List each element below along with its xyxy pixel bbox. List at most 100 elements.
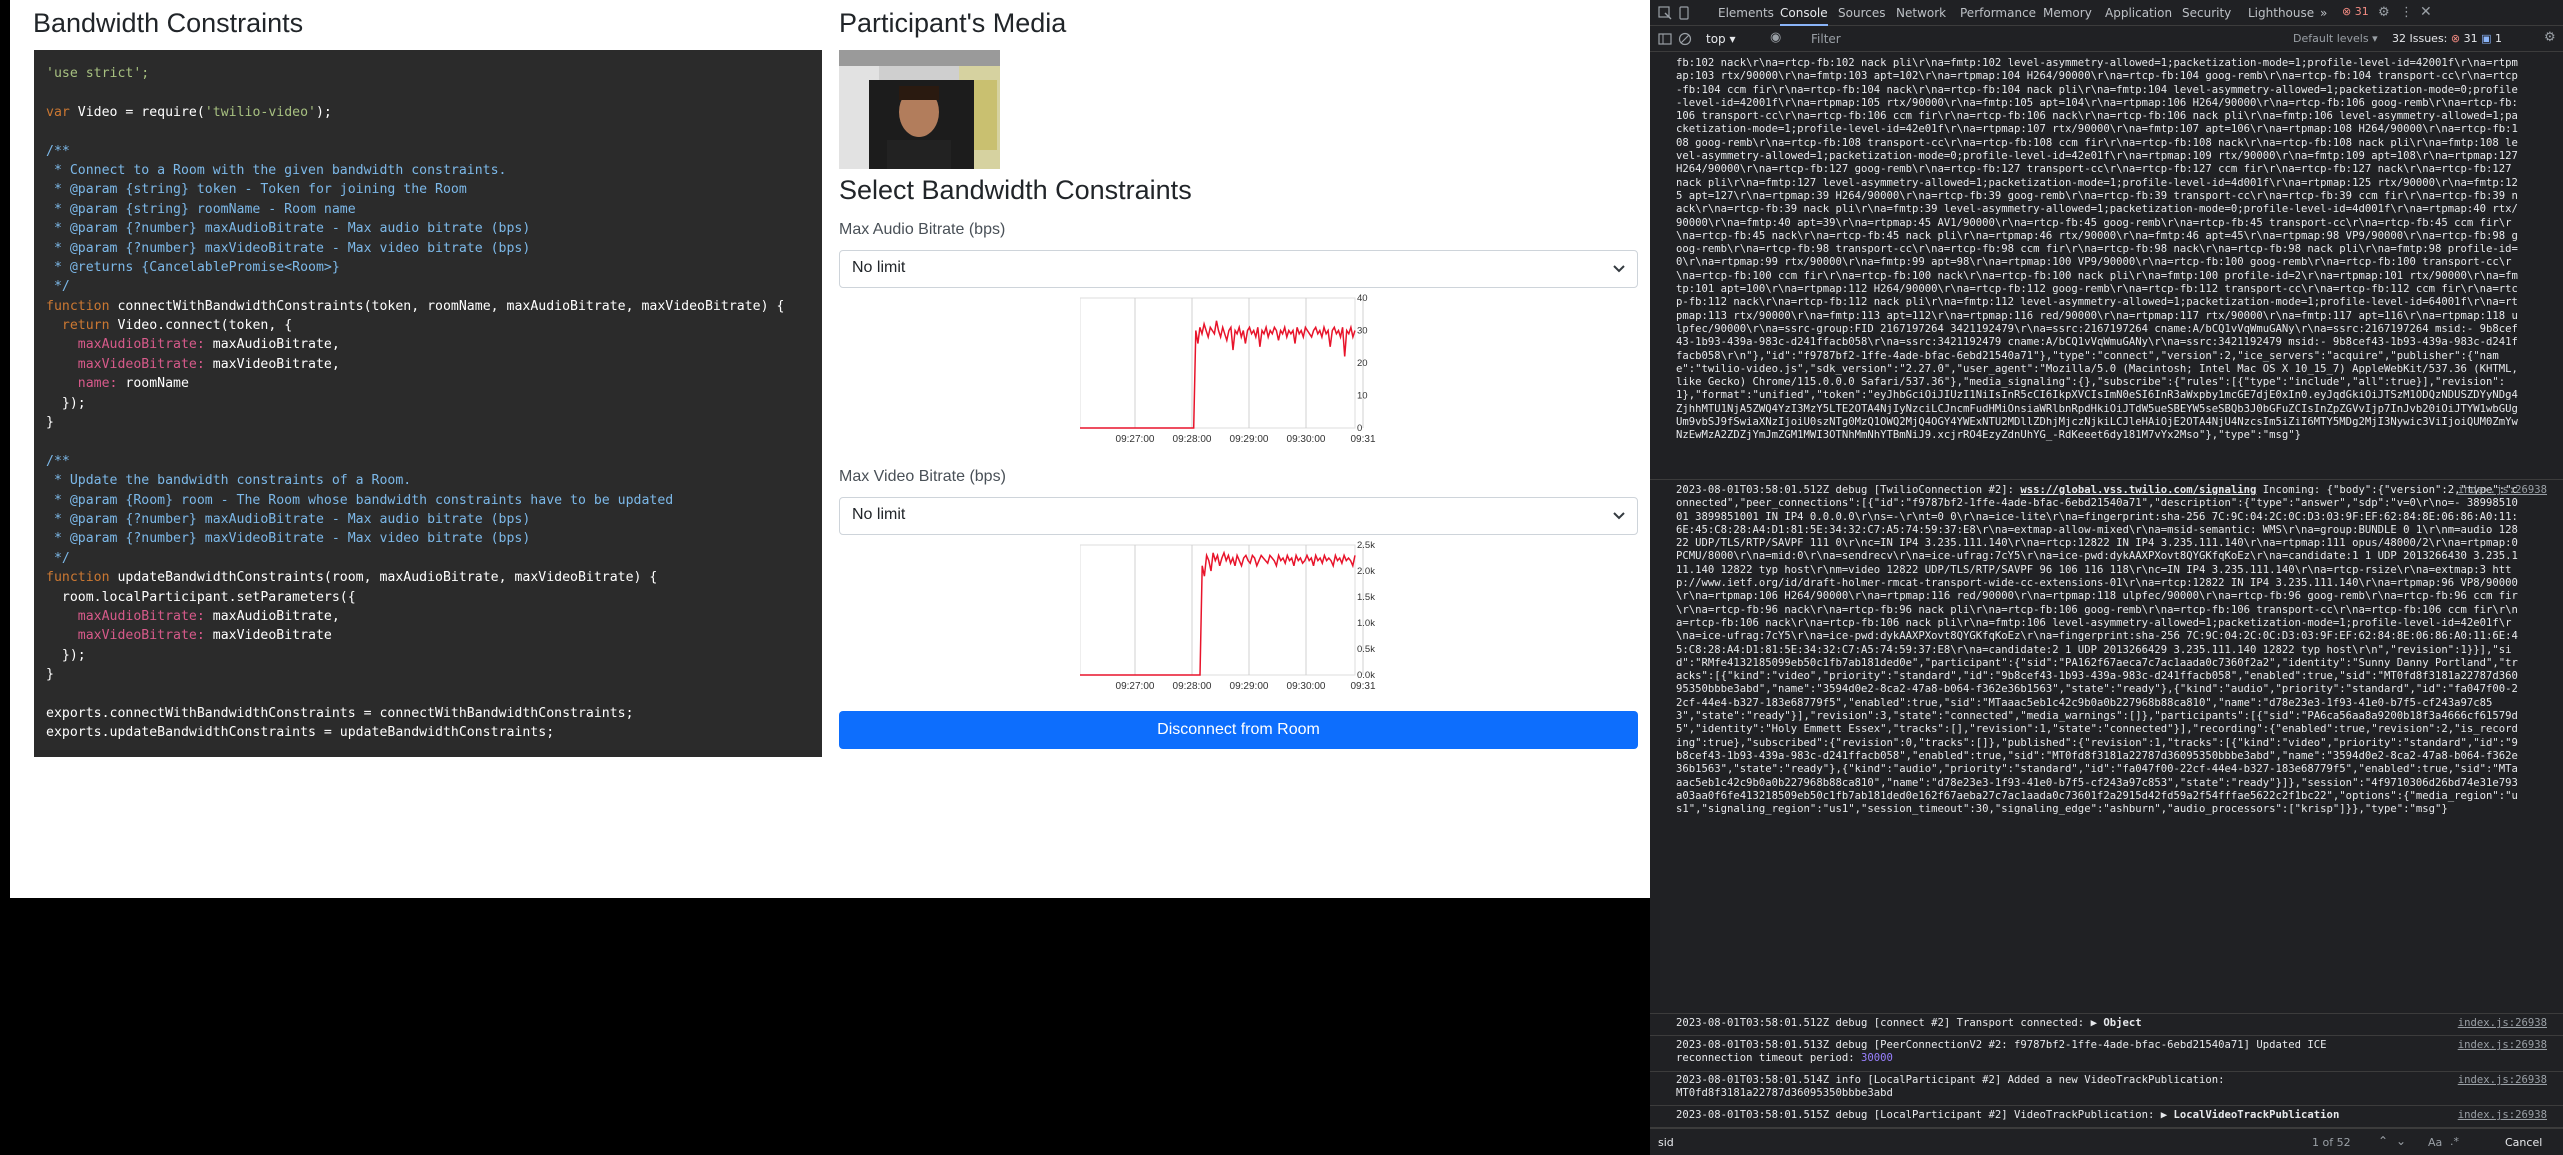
log-levels-select[interactable]: Default levels ▾	[2293, 32, 2378, 45]
tab-elements[interactable]: Elements	[1718, 6, 1774, 20]
source-link[interactable]: index.js:26938	[2458, 484, 2547, 496]
tab-memory[interactable]: Memory	[2043, 6, 2092, 20]
console-text: reconnection timeout period:	[1676, 1052, 1861, 1065]
video-bitrate-label: Max Video Bitrate (bps)	[839, 468, 1006, 485]
code-token: maxAudioBitrate:	[77, 608, 213, 624]
devtools-tabbar: Elements Console Sources Network Perform…	[1650, 0, 2563, 26]
live-expression-icon[interactable]: ◉	[1770, 30, 1781, 45]
audio-bitrate-value: No limit	[852, 259, 906, 276]
console-text: 2023-08-01T03:58:01.512Z debug [TwilioCo…	[1676, 484, 2021, 496]
console-text: MT0fd8f3181a22787d36095350bbbe3abd	[1676, 1087, 1893, 1100]
message-divider	[1650, 1035, 2563, 1036]
code-token: * @param {string} token - Token for join…	[46, 182, 467, 198]
code-line: maxVideoBitrate: maxVideoBitrate,	[46, 355, 822, 374]
code-line: });	[46, 394, 822, 413]
issues-info-icon: ▣	[2481, 32, 2492, 45]
code-line: exports.connectWithBandwidthConstraints …	[46, 704, 822, 723]
x-tick-label: 09:28:00	[1173, 681, 1212, 692]
code-line: maxAudioBitrate: maxAudioBitrate,	[46, 607, 822, 626]
tab-lighthouse[interactable]: Lighthouse	[2248, 6, 2314, 20]
code-token: */	[46, 279, 70, 295]
disconnect-button[interactable]: Disconnect from Room	[839, 711, 1638, 749]
audio-bitrate-select[interactable]: No limit	[839, 250, 1638, 288]
error-count-badge[interactable]: ⊗ 31	[2342, 5, 2369, 18]
tab-application[interactable]: Application	[2105, 6, 2172, 20]
code-line: * @param {Room} room - The Room whose ba…	[46, 491, 822, 510]
console-toolbar: top ▾ ◉ Filter Default levels ▾ 32 Issue…	[1650, 26, 2563, 52]
console-text: 2023-08-01T03:58:01.512Z debug [connect …	[1676, 1017, 2091, 1029]
code-token: exports.updateBandwidthConstraints = upd…	[46, 725, 555, 741]
code-token: maxAudioBitrate,	[212, 337, 340, 353]
signaling-url-link[interactable]: wss://global.vss.twilio.com/signaling	[2020, 484, 2256, 496]
inspect-icon[interactable]	[1658, 6, 1672, 20]
console-settings-icon[interactable]: ⚙	[2544, 30, 2556, 45]
more-tabs-icon[interactable]: »	[2320, 6, 2327, 20]
y-tick-label: 1.0k	[1357, 618, 1375, 629]
source-link[interactable]: index.js:26938	[2458, 1109, 2547, 1121]
code-token: * Update the bandwidth constraints of a …	[46, 473, 412, 489]
code-line: * @param {?number} maxVideoBitrate - Max…	[46, 239, 822, 258]
source-link[interactable]: index.js:26938	[2458, 1039, 2547, 1051]
code-line: name: roomName	[46, 374, 822, 393]
console-text: Incoming: {"body":{"version":2,"type":"c…	[1676, 484, 2524, 816]
tab-console[interactable]: Console	[1780, 6, 1828, 26]
code-block: 'use strict'; var Video = require('twili…	[34, 50, 822, 757]
y-tick-label: 20	[1357, 358, 1368, 369]
code-token: room.localParticipant.setParameters({	[46, 589, 356, 605]
code-token: * @param {string} roomName - Room name	[46, 201, 356, 217]
console-text: 2023-08-01T03:58:01.513Z debug [PeerConn…	[1676, 1039, 2327, 1051]
source-link[interactable]: index.js:26938	[2458, 1017, 2547, 1029]
console-text: 2023-08-01T03:58:01.514Z info [LocalPart…	[1676, 1074, 2225, 1086]
code-line: exports.updateBandwidthConstraints = upd…	[46, 723, 822, 742]
more-options-icon[interactable]: ⋮	[2400, 5, 2413, 20]
expandable-object[interactable]: ▶ LocalVideoTrackPublication	[2161, 1109, 2340, 1121]
code-token: maxVideoBitrate	[212, 628, 332, 644]
console-filter-input[interactable]: Filter	[1805, 30, 2265, 48]
settings-icon[interactable]: ⚙	[2378, 5, 2390, 20]
source-link[interactable]: index.js:26938	[2458, 1074, 2547, 1086]
video-bitrate-select[interactable]: No limit	[839, 497, 1638, 535]
code-line: * @returns {CancelablePromise<Room>}	[46, 258, 822, 277]
device-toolbar-icon[interactable]	[1678, 6, 1692, 20]
close-icon[interactable]: ✕	[2420, 4, 2432, 20]
search-result-count: 1 of 52	[2312, 1136, 2351, 1149]
code-token: roomName	[125, 376, 189, 392]
tab-performance[interactable]: Performance	[1960, 6, 2036, 20]
console-search-bar: sid 1 of 52 ⌃ ⌄ Aa .* Cancel	[1650, 1128, 2563, 1155]
code-line: */	[46, 277, 822, 296]
search-input[interactable]: sid	[1658, 1136, 1674, 1149]
message-divider	[1650, 479, 2563, 480]
message-divider	[1650, 1013, 2563, 1014]
demo-page: Bandwidth Constraints 'use strict'; var …	[10, 0, 1650, 898]
search-next-icon[interactable]: ⌄	[2396, 1134, 2406, 1148]
issues-counter[interactable]: 32 Issues: ⊗ 31 ▣ 1	[2392, 32, 2502, 45]
error-icon: ⊗	[2342, 5, 2352, 18]
search-cancel-button[interactable]: Cancel	[2505, 1136, 2542, 1149]
console-message: 2023-08-01T03:58:01.512Z debug [connect …	[1676, 1017, 2524, 1031]
tab-network[interactable]: Network	[1896, 6, 1946, 20]
tab-sources[interactable]: Sources	[1838, 6, 1885, 20]
clear-console-icon[interactable]	[1678, 32, 1692, 46]
code-line: */	[46, 549, 822, 568]
y-tick-label: 0	[1357, 423, 1362, 434]
search-prev-icon[interactable]: ⌃	[2378, 1134, 2388, 1148]
code-line: * Connect to a Room with the given bandw…	[46, 161, 822, 180]
audio-bitrate-chart: 09:27:00 09:28:00 09:29:00 09:30:00 09:310 10…	[1080, 293, 1376, 445]
code-line: }	[46, 413, 822, 432]
sidebar-toggle-icon[interactable]	[1658, 32, 1672, 46]
code-line: /**	[46, 142, 822, 161]
tab-security[interactable]: Security	[2182, 6, 2231, 20]
devtools-panel: Elements Console Sources Network Perform…	[1650, 0, 2563, 1155]
participant-video	[839, 50, 1000, 169]
expandable-object[interactable]: ▶ Object	[2091, 1017, 2142, 1029]
audio-bitrate-label: Max Audio Bitrate (bps)	[839, 221, 1006, 238]
regex-toggle-icon[interactable]: .*	[2450, 1135, 2459, 1148]
video-bitrate-value: No limit	[852, 506, 906, 523]
context-select[interactable]: top ▾	[1706, 32, 1736, 46]
code-token: * Connect to a Room with the given bandw…	[46, 162, 507, 178]
match-case-toggle[interactable]: Aa	[2428, 1136, 2442, 1149]
